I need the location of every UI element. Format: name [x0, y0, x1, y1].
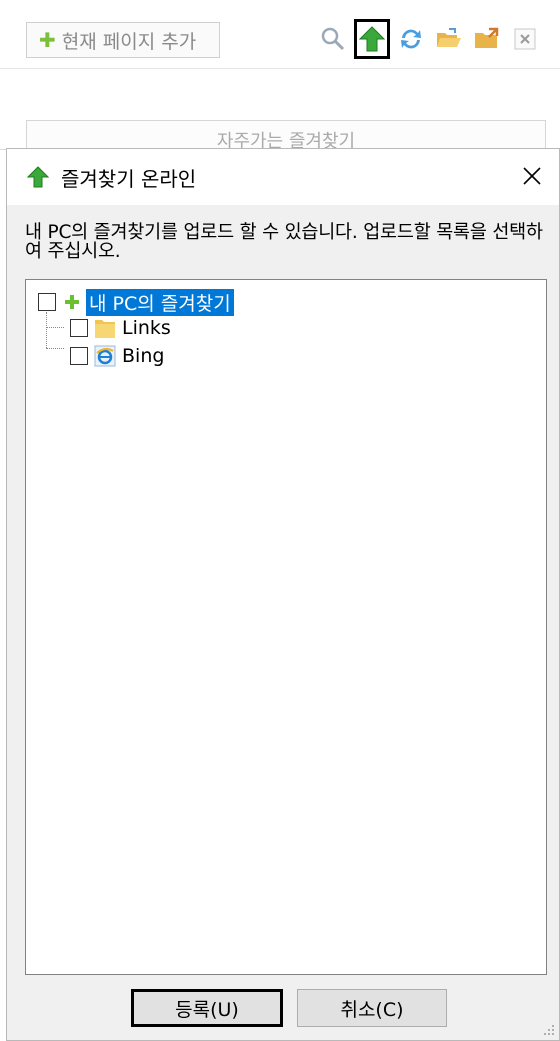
- tree-item-label: Bing: [122, 345, 165, 367]
- plus-icon: ✚: [39, 28, 56, 52]
- dialog-titlebar[interactable]: 즐겨찾기 온라인: [7, 149, 559, 205]
- tree-item-root[interactable]: 내 PC의 즐겨찾기: [38, 288, 234, 316]
- upload-arrow-icon: [27, 166, 49, 188]
- plus-icon: [65, 295, 79, 309]
- search-icon[interactable]: [316, 20, 350, 58]
- favorites-panel: ✚ 현재 페이지 추가 자주가는 즐겨찾기: [0, 0, 560, 152]
- tree-connector: [46, 312, 47, 348]
- tree-connector: [46, 327, 64, 328]
- bing-checkbox[interactable]: [70, 347, 88, 365]
- close-button[interactable]: [517, 161, 547, 191]
- folder-export-icon[interactable]: [470, 20, 504, 58]
- close-icon: [523, 167, 541, 185]
- favorites-tree[interactable]: 내 PC의 즐겨찾기 Links Bing: [25, 279, 547, 975]
- links-checkbox[interactable]: [70, 319, 88, 337]
- tree-item-links[interactable]: Links: [70, 316, 171, 340]
- folder-icon: [95, 320, 115, 338]
- ie-icon: [94, 345, 116, 367]
- folder-open-icon[interactable]: [432, 20, 466, 58]
- register-button[interactable]: 등록(U): [131, 989, 283, 1027]
- tree-root-label: 내 PC의 즐겨찾기: [86, 288, 234, 316]
- sync-icon[interactable]: [394, 20, 428, 58]
- tree-item-label: Links: [122, 317, 171, 339]
- dialog-title: 즐겨찾기 온라인: [61, 166, 197, 191]
- upload-arrow-icon[interactable]: [354, 19, 390, 59]
- toolbar-divider: [0, 68, 560, 69]
- tree-item-bing[interactable]: Bing: [70, 344, 164, 368]
- close-box-icon[interactable]: [508, 20, 542, 58]
- add-page-label: 현재 페이지 추가: [61, 30, 197, 53]
- tree-connector: [46, 348, 64, 349]
- cancel-button[interactable]: 취소(C): [297, 989, 447, 1027]
- add-current-page-button[interactable]: ✚ 현재 페이지 추가: [26, 22, 220, 58]
- dialog-description: 내 PC의 즐겨찾기를 업로드 할 수 있습니다. 업로드할 목록을 선택하여 …: [25, 222, 543, 262]
- favorites-online-dialog: 즐겨찾기 온라인 내 PC의 즐겨찾기를 업로드 할 수 있습니다. 업로드할 …: [6, 148, 560, 1041]
- favorites-toolbar: [316, 18, 546, 60]
- root-checkbox[interactable]: [38, 293, 56, 311]
- resize-grip-icon[interactable]: [543, 1024, 555, 1036]
